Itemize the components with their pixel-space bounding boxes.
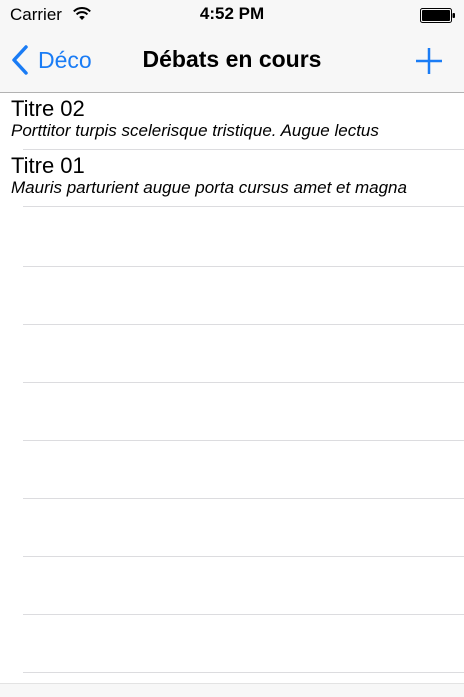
row-separator (23, 672, 464, 673)
page-title: Débats en cours (142, 46, 322, 72)
list-item[interactable]: Titre 02 Porttitor turpis scelerisque tr… (0, 93, 464, 150)
status-bar: Carrier 4:52 PM (0, 0, 464, 30)
row-separator (23, 382, 464, 383)
item-subtitle: Mauris parturient augue porta cursus ame… (11, 178, 407, 197)
navigation-bar: Déco Débats en cours (0, 30, 464, 93)
row-separator (23, 266, 464, 267)
plus-icon (416, 48, 442, 74)
row-separator (23, 498, 464, 499)
debate-list: Titre 02 Porttitor turpis scelerisque tr… (0, 93, 464, 207)
item-title: Titre 01 (11, 153, 85, 178)
row-separator (23, 324, 464, 325)
item-subtitle: Porttitor turpis scelerisque tristique. … (11, 121, 379, 140)
item-title: Titre 02 (11, 96, 85, 121)
battery-icon (420, 8, 455, 23)
status-time: 4:52 PM (199, 4, 265, 23)
row-separator (23, 614, 464, 615)
row-separator (23, 440, 464, 441)
list-item[interactable]: Titre 01 Mauris parturient augue porta c… (0, 150, 464, 207)
add-button[interactable] (412, 44, 446, 78)
bottom-toolbar (0, 683, 464, 697)
row-separator (23, 556, 464, 557)
